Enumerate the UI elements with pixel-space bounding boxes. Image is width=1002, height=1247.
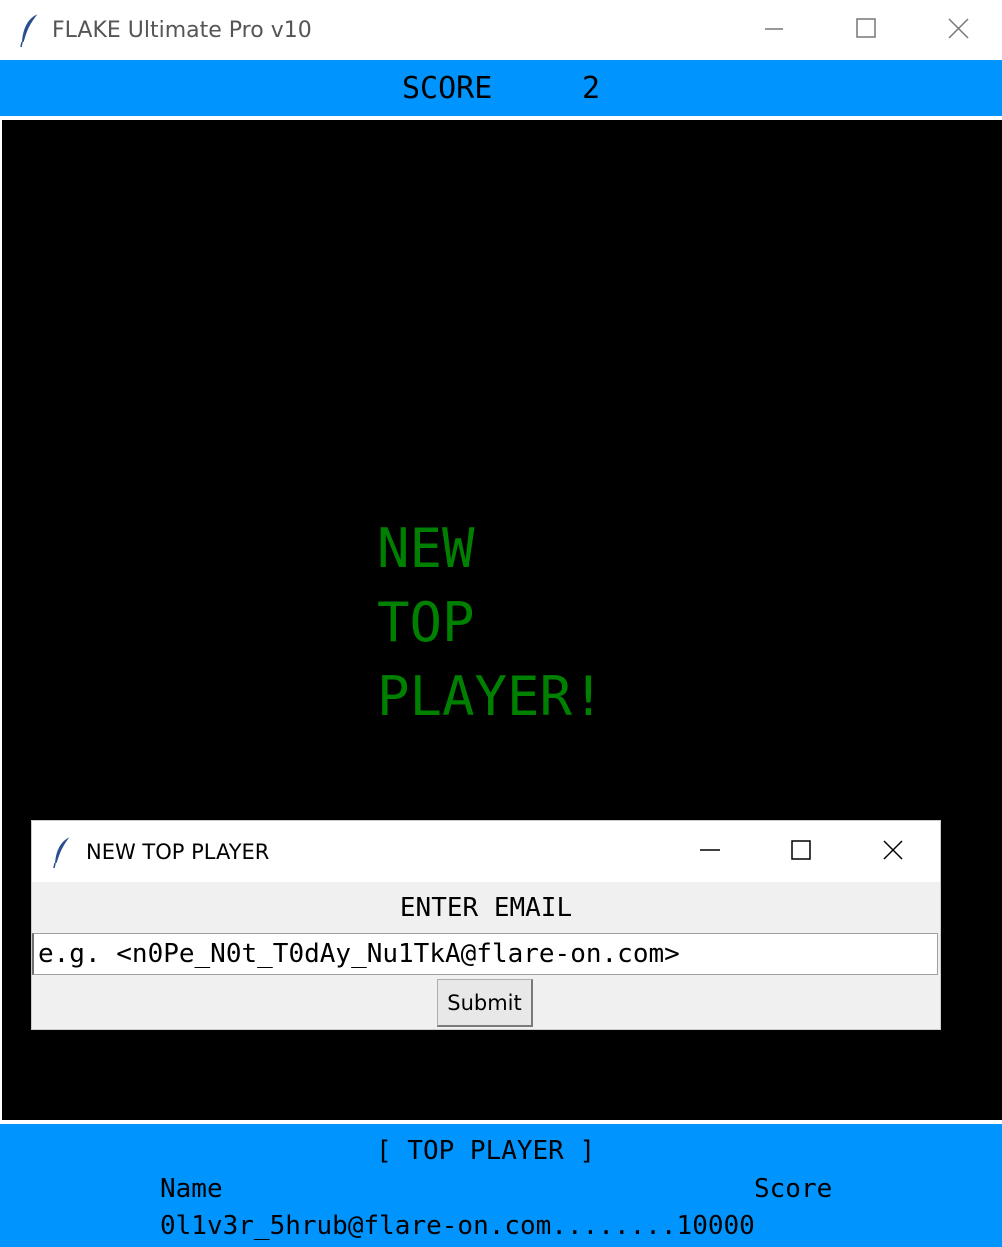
window-title: FLAKE Ultimate Pro v10 (52, 18, 312, 43)
score-value: 2 (582, 71, 601, 106)
score-bar: SCORE 2 (0, 60, 1002, 116)
close-button[interactable] (912, 0, 1002, 58)
dialog-maximize-button[interactable] (754, 821, 844, 879)
top-player-entry: 0l1v3r_5hrub@flare-on.com........10000 (160, 1211, 755, 1241)
feather-icon (18, 12, 42, 48)
maximize-icon (791, 840, 811, 860)
title-bar[interactable]: FLAKE Ultimate Pro v10 (0, 0, 1002, 60)
close-icon (948, 18, 969, 39)
dialog-title: NEW TOP PLAYER (86, 840, 270, 864)
name-column-header: Name (160, 1174, 223, 1204)
email-input[interactable] (32, 933, 938, 975)
top-player-panel: [ TOP PLAYER ] Name Score 0l1v3r_5hrub@f… (0, 1124, 1002, 1247)
close-icon (883, 840, 903, 860)
top-player-heading: [ TOP PLAYER ] (376, 1136, 596, 1166)
new-top-player-dialog: NEW TOP PLAYER ENTER EMAIL Submit (32, 821, 940, 1029)
dialog-title-bar[interactable]: NEW TOP PLAYER (32, 821, 940, 882)
maximize-button[interactable] (820, 0, 912, 58)
new-top-player-message-line: PLAYER! (377, 665, 605, 728)
dialog-minimize-button[interactable] (664, 821, 754, 879)
minimize-icon (765, 28, 783, 30)
score-label: SCORE (402, 71, 493, 106)
minimize-button[interactable] (728, 0, 820, 58)
minimize-icon (700, 849, 720, 851)
submit-button[interactable]: Submit (437, 979, 533, 1027)
new-top-player-message-line: NEW (377, 517, 475, 580)
app-window: FLAKE Ultimate Pro v10 SCORE 2 NEW TOP P… (0, 0, 1002, 1247)
score-column-header: Score (754, 1174, 833, 1204)
enter-email-label: ENTER EMAIL (399, 893, 573, 923)
maximize-icon (856, 18, 876, 38)
new-top-player-message-line: TOP (377, 591, 475, 654)
feather-icon (52, 835, 74, 869)
dialog-close-button[interactable] (848, 821, 938, 879)
